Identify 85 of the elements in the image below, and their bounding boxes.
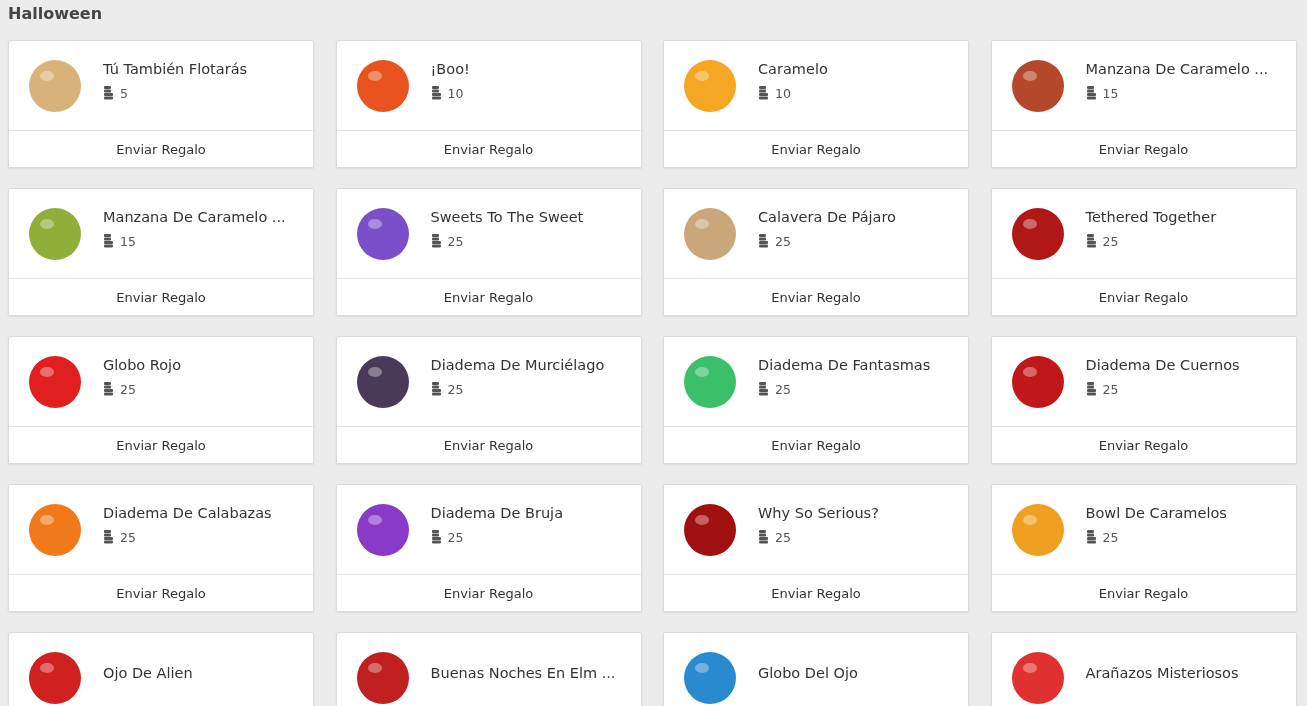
send-gift-button[interactable]: Enviar Regalo	[9, 575, 313, 611]
gift-name: Diadema De Murciélago	[430, 356, 605, 373]
gift-price: 25	[447, 381, 464, 397]
send-gift-button[interactable]: Enviar Regalo	[991, 279, 1296, 315]
coins-icon	[758, 530, 769, 544]
coins-icon	[103, 530, 114, 544]
gift-name: Diadema De Fantasmas	[758, 356, 931, 373]
gift-price: 25	[775, 233, 791, 249]
coins-icon	[1085, 234, 1097, 248]
send-gift-button[interactable]: Enviar Regalo	[664, 427, 968, 463]
gift-price: 25	[447, 233, 464, 249]
send-gift-button[interactable]: Enviar Regalo	[336, 427, 641, 463]
gift-price: 25	[120, 529, 136, 545]
gift-image-placeholder	[1011, 59, 1064, 112]
gift-image-placeholder	[29, 355, 81, 408]
gift-name: ¡Boo!	[430, 60, 470, 77]
gift-name: Ojo De Alien	[103, 664, 193, 681]
gift-name: Diadema De Cuernos	[1085, 356, 1240, 373]
gift-image-placeholder	[684, 355, 736, 408]
send-gift-button[interactable]: Enviar Regalo	[991, 575, 1296, 611]
gift-name: Buenas Noches En Elm ...	[430, 664, 616, 681]
gift-name: Diadema De Bruja	[430, 504, 564, 521]
coins-icon	[1085, 382, 1097, 396]
gift-name: Tú También Flotarás	[103, 60, 248, 77]
gift-image-placeholder	[356, 207, 409, 260]
coins-icon	[758, 382, 769, 396]
gift-price: 25	[120, 381, 136, 397]
gift-price: 10	[447, 85, 464, 101]
gift-price: 25	[1102, 381, 1119, 397]
send-gift-button[interactable]: Enviar Regalo	[336, 279, 641, 315]
gift-name: Arañazos Misteriosos	[1085, 664, 1239, 681]
gift-image-placeholder	[684, 59, 736, 112]
send-gift-button[interactable]: Enviar Regalo	[9, 131, 313, 167]
gift-price: 5	[120, 85, 128, 101]
coins-icon	[103, 234, 114, 248]
send-gift-button[interactable]: Enviar Regalo	[9, 279, 313, 315]
gift-name: Manzana De Caramelo ...	[103, 208, 286, 225]
coins-icon	[430, 382, 442, 396]
gift-name: Caramelo	[758, 60, 828, 77]
gift-image-placeholder	[356, 503, 409, 556]
gift-name: Tethered Together	[1085, 208, 1217, 225]
gift-name: Why So Serious?	[758, 504, 879, 521]
gift-name: Diadema De Calabazas	[103, 504, 272, 521]
gift-image-placeholder	[1011, 503, 1064, 556]
section-title: Halloween	[7, 3, 104, 25]
gift-name: Sweets To The Sweet	[430, 208, 584, 225]
send-gift-button[interactable]: Enviar Regalo	[336, 575, 641, 611]
gift-price: 25	[1102, 233, 1119, 249]
send-gift-button[interactable]: Enviar Regalo	[991, 131, 1296, 167]
gift-image-placeholder	[684, 503, 736, 556]
gift-image-placeholder	[1011, 207, 1064, 260]
gift-name: Globo Rojo	[103, 356, 181, 373]
gift-price: 25	[775, 381, 791, 397]
gift-price: 25	[1102, 529, 1119, 545]
coins-icon	[430, 530, 442, 544]
coins-icon	[1085, 530, 1097, 544]
coins-icon	[430, 86, 442, 100]
gift-name: Bowl De Caramelos	[1085, 504, 1227, 521]
coins-icon	[103, 382, 114, 396]
send-gift-button[interactable]: Enviar Regalo	[336, 131, 641, 167]
gift-image-placeholder	[29, 59, 81, 112]
coins-icon	[758, 234, 769, 248]
coins-icon	[430, 234, 442, 248]
gift-price: 15	[1102, 85, 1119, 101]
send-gift-button[interactable]: Enviar Regalo	[664, 131, 968, 167]
gift-name: Manzana De Caramelo ...	[1085, 60, 1269, 77]
coins-icon	[758, 86, 769, 100]
gift-image-placeholder	[356, 59, 409, 112]
send-gift-button[interactable]: Enviar Regalo	[9, 427, 313, 463]
gift-name: Globo Del Ojo	[758, 664, 858, 681]
send-gift-button[interactable]: Enviar Regalo	[664, 279, 968, 315]
gift-price: 25	[447, 529, 464, 545]
coins-icon	[103, 86, 114, 100]
gift-image-placeholder	[1011, 355, 1064, 408]
gift-image-placeholder	[29, 207, 81, 260]
gift-name: Calavera De Pájaro	[758, 208, 896, 225]
coins-icon	[1085, 86, 1097, 100]
send-gift-button[interactable]: Enviar Regalo	[664, 575, 968, 611]
gift-image-placeholder	[29, 503, 81, 556]
gift-price: 15	[120, 233, 136, 249]
send-gift-button[interactable]: Enviar Regalo	[991, 427, 1296, 463]
gift-price: 25	[775, 529, 791, 545]
gift-price: 10	[775, 85, 791, 101]
gift-image-placeholder	[356, 355, 409, 408]
gift-image-placeholder	[684, 207, 736, 260]
